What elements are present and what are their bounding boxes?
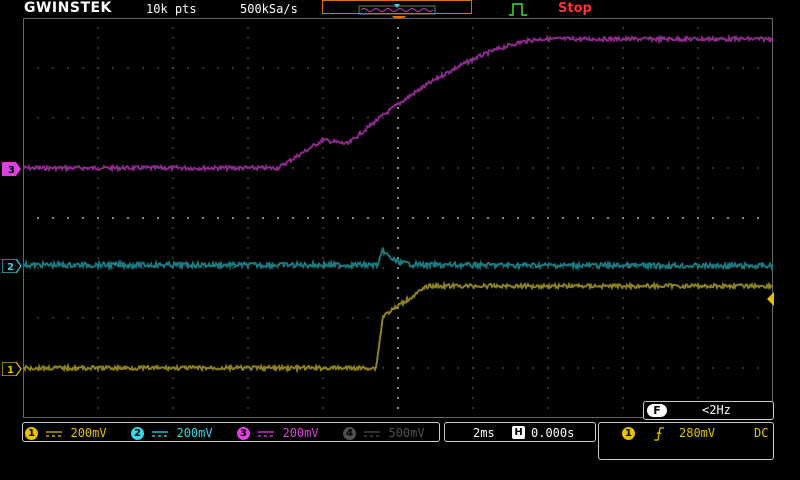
dc-coupling-icon [257,427,275,441]
svg-text:3: 3 [8,165,15,176]
ch1-scale: 200mV [70,426,107,440]
trigger-type-edge-icon[interactable] [508,2,528,16]
dc-coupling-icon [45,427,63,441]
svg-text:2: 2 [7,262,14,273]
ch4-scale: 500mV [388,426,425,440]
channel-settings-panel[interactable]: 1 200mV 2 200mV 3 200mV 4 500mV [22,422,440,442]
trigger-level: 280mV [679,426,716,440]
dc-coupling-icon [363,427,381,441]
ch4-scale-setting[interactable]: 4 500mV [343,426,425,441]
ch2-scale-setting[interactable]: 2 200mV [131,426,213,441]
brand-logo: GWINSTEK [24,0,112,16]
memory-position-bar[interactable] [322,0,472,15]
trigger-panel[interactable]: 1 280mV DC [598,422,774,460]
waveform-display[interactable] [23,18,773,418]
run-stop-status[interactable]: Stop [558,1,592,16]
horizontal-position-icon: H [512,426,525,439]
ch4-icon: 4 [343,427,356,440]
ch2-ground-marker[interactable]: 2 [2,259,22,273]
timebase-scale: 2ms [473,426,495,440]
frequency-icon: F [647,404,667,417]
ch3-icon: 3 [237,427,250,440]
ch1-ground-marker[interactable]: 1 [2,362,22,376]
svg-text:1: 1 [7,365,14,376]
rising-edge-icon [654,427,664,441]
ch1-icon: 1 [25,427,38,440]
sample-rate: 500kSa/s [240,2,298,16]
top-status-bar: GWINSTEK 10k pts 500kSa/s Stop [0,0,800,24]
bottom-settings-bar: 1 200mV 2 200mV 3 200mV 4 500mV 2ms H 0.… [0,422,800,480]
timebase-panel[interactable]: 2ms H 0.000s [444,422,596,442]
frequency-counter[interactable]: F <2Hz [643,401,774,420]
ch2-icon: 2 [131,427,144,440]
dc-coupling-icon [151,427,169,441]
ch3-scale-setting[interactable]: 3 200mV [237,426,319,441]
horizontal-position: 0.000s [531,426,575,440]
trigger-source-icon: 1 [622,427,635,440]
trigger-level-marker-icon[interactable] [765,292,775,306]
ch3-ground-marker[interactable]: 3 [2,162,22,176]
frequency-value: <2Hz [702,403,731,417]
memory-waveform-icon [358,4,436,15]
ch2-scale: 200mV [176,426,213,440]
ch1-scale-setting[interactable]: 1 200mV [25,426,107,441]
ch3-scale: 200mV [282,426,319,440]
trigger-coupling: DC [754,426,769,440]
record-length: 10k pts [146,2,197,16]
